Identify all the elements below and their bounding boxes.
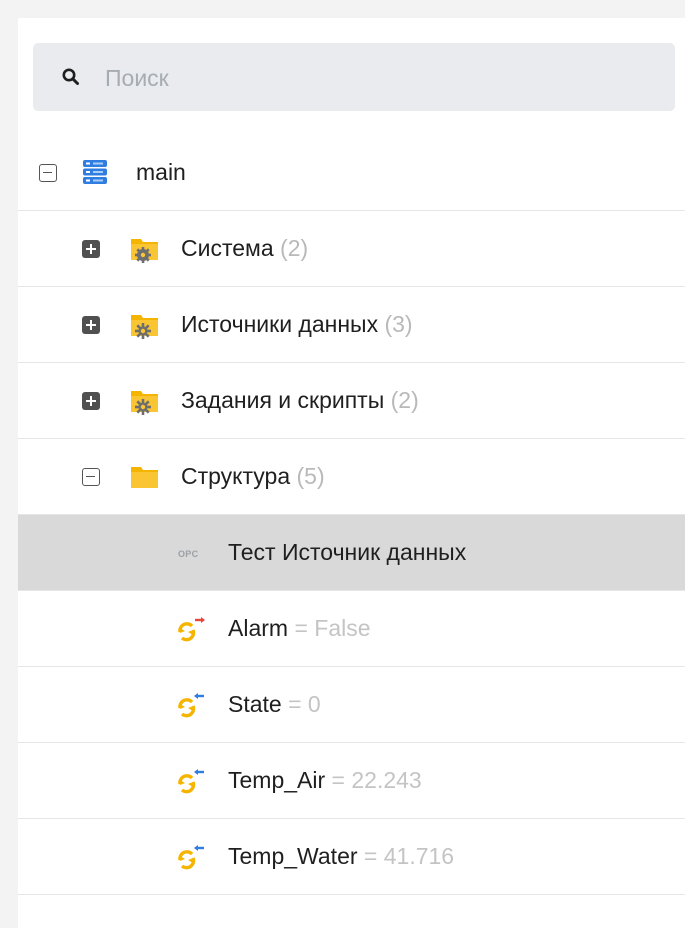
tag-name: Temp_Water bbox=[228, 843, 358, 869]
tree-node-label: Источники данных (3) bbox=[181, 311, 413, 338]
search-icon bbox=[62, 68, 79, 85]
tree-node-test-source[interactable]: OPC Тест Источник данных bbox=[18, 515, 685, 591]
tag-input-icon bbox=[178, 845, 204, 870]
tree-node-zadaniya[interactable]: Задания и скрипты (2) bbox=[18, 363, 685, 439]
tree-node-label: State = 0 bbox=[228, 691, 321, 718]
tree-node-label: Система (2) bbox=[181, 235, 308, 262]
tag-value: = 0 bbox=[288, 691, 321, 717]
tree-node-label: Alarm = False bbox=[228, 615, 371, 642]
child-count: (2) bbox=[390, 387, 419, 413]
folder-name: Задания и скрипты bbox=[181, 387, 385, 413]
tag-input-icon bbox=[178, 769, 204, 794]
expand-toggle[interactable] bbox=[82, 316, 100, 334]
tree-node-struktura[interactable]: Структура (5) bbox=[18, 439, 685, 515]
tree-node-state[interactable]: State = 0 bbox=[18, 667, 685, 743]
expand-toggle[interactable] bbox=[82, 240, 100, 258]
tag-output-icon bbox=[178, 617, 205, 642]
folder-icon bbox=[131, 467, 158, 488]
tag-name: Temp_Air bbox=[228, 767, 326, 793]
search-input[interactable]: Поиск bbox=[105, 65, 169, 92]
folder-gear-icon bbox=[131, 239, 158, 263]
folder-name: Структура bbox=[181, 463, 291, 489]
opc-icon: OPC bbox=[178, 549, 199, 559]
tree-node-alarm[interactable]: Alarm = False bbox=[18, 591, 685, 667]
folder-gear-icon bbox=[131, 391, 158, 415]
tag-value: = 41.716 bbox=[363, 843, 455, 869]
search-field[interactable]: Поиск bbox=[33, 43, 675, 111]
child-count: (5) bbox=[296, 463, 325, 489]
tag-name: Alarm bbox=[228, 615, 289, 641]
tag-name: State bbox=[228, 691, 282, 717]
tree-node-label: Задания и скрипты (2) bbox=[181, 387, 419, 414]
server-icon bbox=[83, 160, 107, 184]
tree-node-label: Temp_Air = 22.243 bbox=[228, 767, 422, 794]
tree-node-label: Temp_Water = 41.716 bbox=[228, 843, 454, 870]
child-count: (3) bbox=[384, 311, 413, 337]
tree-panel: Поиск main Система (2) Источники данных … bbox=[18, 18, 685, 928]
expand-toggle[interactable] bbox=[82, 392, 100, 410]
folder-name: Источники данных bbox=[181, 311, 379, 337]
collapse-toggle[interactable] bbox=[82, 468, 100, 486]
tag-input-icon bbox=[178, 693, 204, 718]
folder-name: Система bbox=[181, 235, 274, 261]
tree-node-label: Структура (5) bbox=[181, 463, 325, 490]
tree-node-label: Тест Источник данных bbox=[228, 539, 467, 565]
tag-value: = False bbox=[294, 615, 371, 641]
tree-node-label: main bbox=[136, 159, 186, 185]
tag-value: = 22.243 bbox=[331, 767, 422, 793]
tree-node-temp-water[interactable]: Temp_Water = 41.716 bbox=[18, 819, 685, 895]
collapse-toggle[interactable] bbox=[39, 164, 57, 182]
child-count: (2) bbox=[280, 235, 309, 261]
tree-node-sistema[interactable]: Система (2) bbox=[18, 211, 685, 287]
tree-node-istochniki[interactable]: Источники данных (3) bbox=[18, 287, 685, 363]
tree-node-main[interactable]: main bbox=[18, 135, 685, 211]
tree-node-temp-air[interactable]: Temp_Air = 22.243 bbox=[18, 743, 685, 819]
folder-gear-icon bbox=[131, 315, 158, 339]
